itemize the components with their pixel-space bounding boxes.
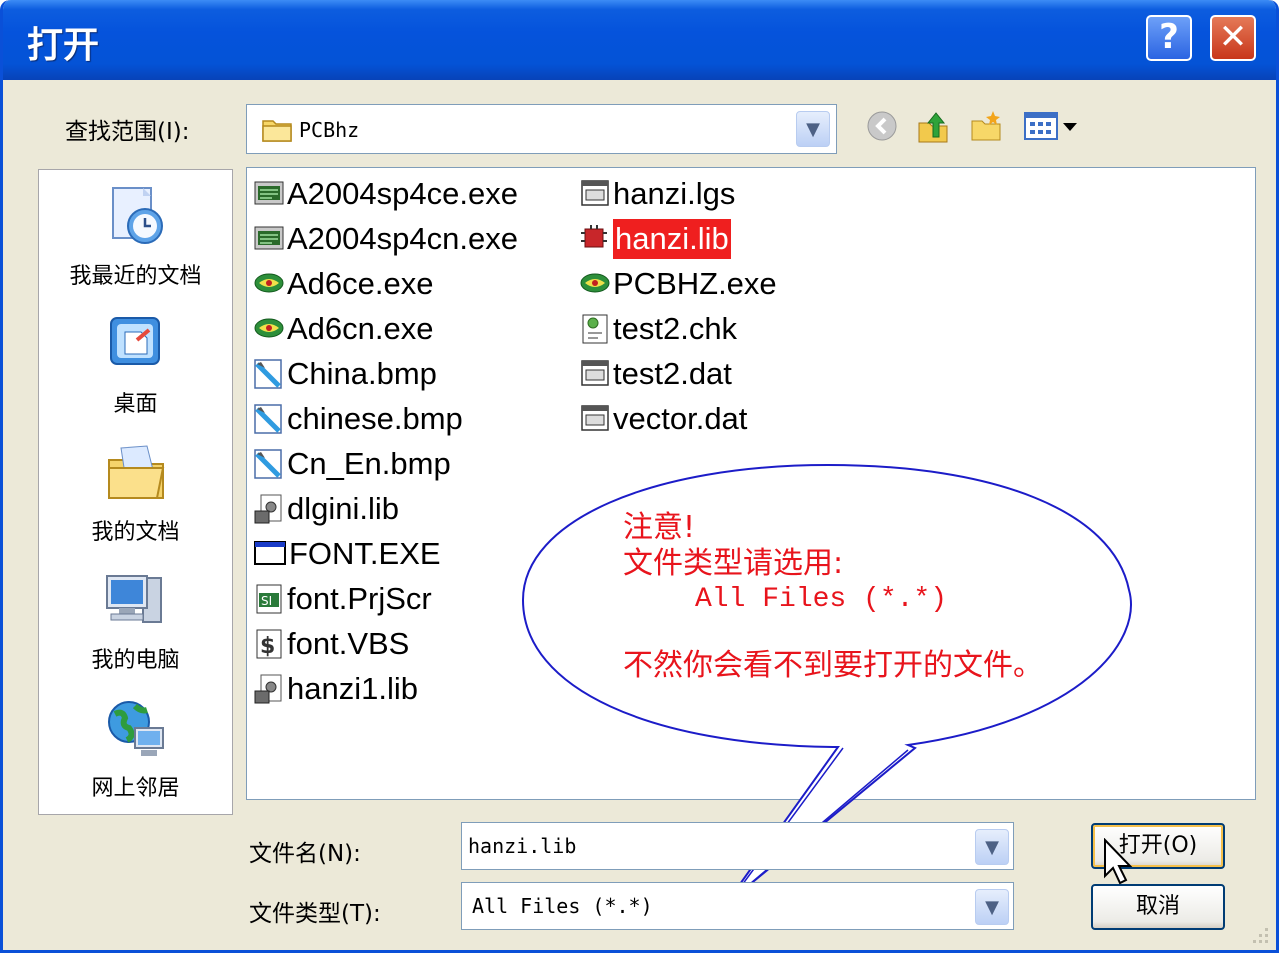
chevron-down-icon[interactable]: ▼ xyxy=(975,829,1009,865)
mouse-cursor-icon xyxy=(1103,838,1135,888)
filename-label: 文件名(N): xyxy=(249,841,361,867)
callout-heading: 注意! xyxy=(623,510,696,545)
open-file-dialog: 打开 ? ✕ 查找范围(I): PCBhz ▼ 我最近的文档 桌面 我的文档 我… xyxy=(0,0,1279,953)
callout-warning: 不然你会看不到要打开的文件。 xyxy=(623,648,1043,683)
filename-value: hanzi.lib xyxy=(468,834,577,858)
callout-file-type: All Files (*.*) xyxy=(695,584,948,615)
cancel-button[interactable]: 取消 xyxy=(1091,884,1225,930)
filetype-value: All Files (*.*) xyxy=(472,894,653,918)
callout-balloon xyxy=(521,463,1132,906)
filetype-label: 文件类型(T): xyxy=(249,901,381,927)
chevron-down-icon[interactable]: ▼ xyxy=(975,889,1009,925)
filename-field[interactable]: hanzi.lib ▼ xyxy=(461,822,1014,870)
resize-grip-icon[interactable] xyxy=(1247,922,1273,948)
callout-line: 文件类型请选用: xyxy=(623,546,844,581)
filetype-select[interactable]: All Files (*.*) ▼ xyxy=(461,882,1014,930)
